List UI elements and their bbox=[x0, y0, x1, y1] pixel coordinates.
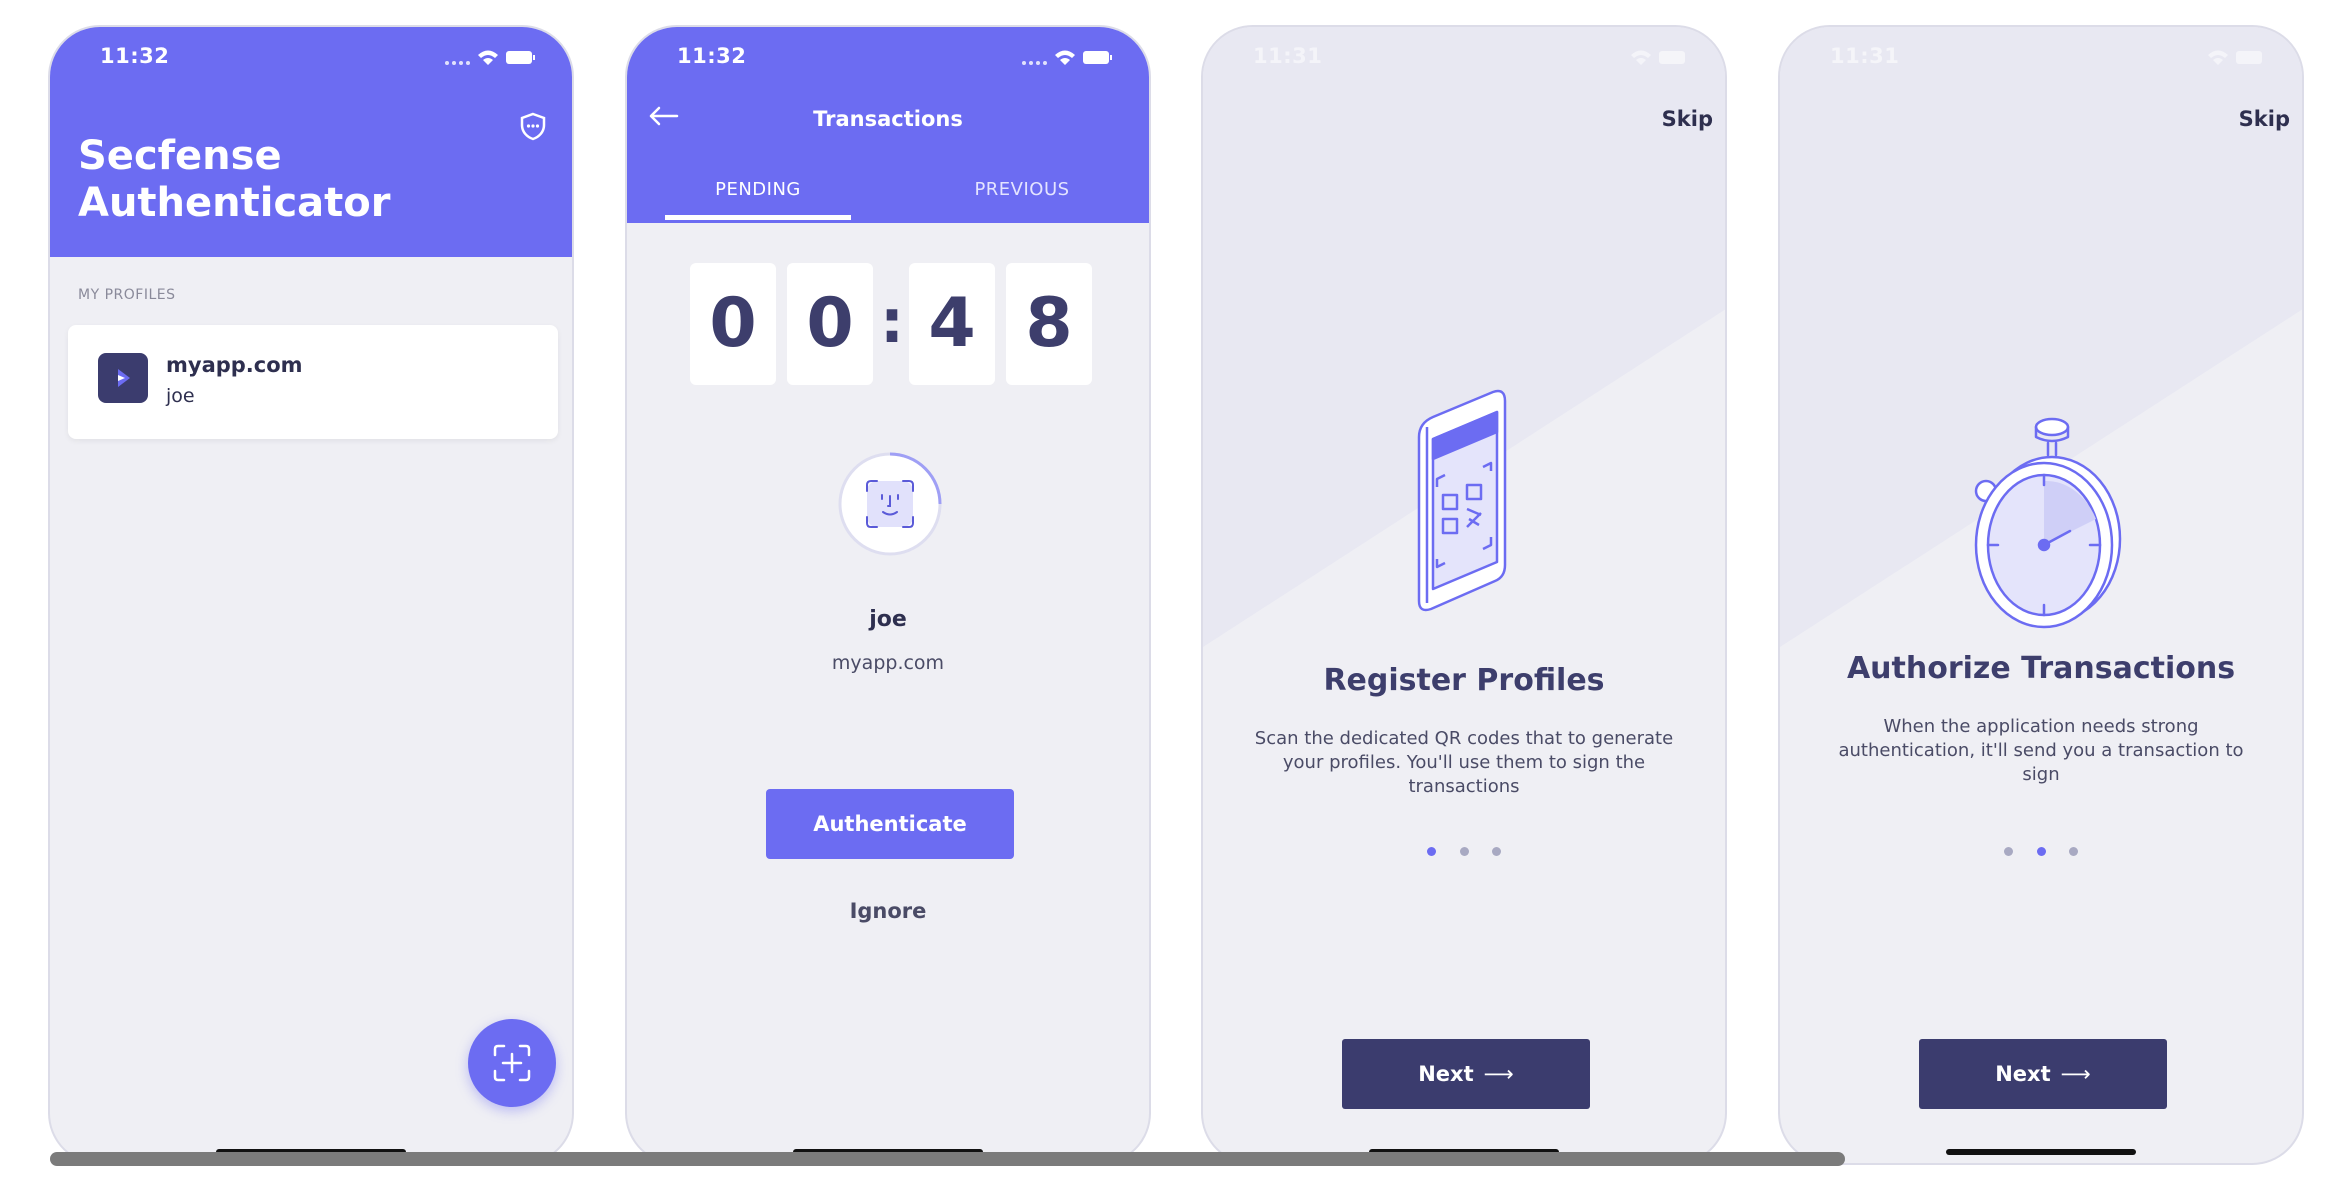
stopwatch-illustration-icon bbox=[1974, 417, 2122, 629]
status-time: 11:32 bbox=[677, 44, 747, 68]
page-dot[interactable] bbox=[1427, 847, 1437, 856]
next-button-label: Next bbox=[1995, 1062, 2051, 1086]
status-bar: 11:31 bbox=[1203, 27, 1725, 91]
onboarding-description: When the application needs strong authen… bbox=[1838, 716, 2244, 785]
timer-digit: 0 bbox=[787, 263, 873, 385]
page-dot[interactable] bbox=[1491, 847, 1501, 856]
onboarding-authorize-screen: 11:31 Skip Authorize Transactions When t… bbox=[1778, 25, 2304, 1165]
timer-digit: 8 bbox=[1006, 263, 1092, 385]
onboarding-description: Scan the dedicated QR codes that to gene… bbox=[1254, 728, 1674, 797]
page-dot[interactable] bbox=[1459, 847, 1469, 856]
arrow-right-icon: ⟶ bbox=[2060, 1062, 2091, 1086]
onboarding-title: Authorize Transactions bbox=[1846, 651, 2236, 686]
transaction-domain: myapp.com bbox=[831, 652, 945, 674]
status-bar: 11:32 bbox=[50, 27, 572, 91]
onboarding-title: Register Profiles bbox=[1323, 663, 1605, 698]
status-icons bbox=[2208, 50, 2262, 65]
page-title: Transactions bbox=[813, 107, 963, 131]
qr-scan-add-button[interactable] bbox=[468, 1019, 556, 1107]
app-logo-icon bbox=[98, 353, 148, 403]
authenticate-button[interactable]: Authenticate bbox=[766, 789, 1014, 859]
status-bar: 11:31 bbox=[1780, 27, 2302, 91]
arrow-right-icon: ⟶ bbox=[1483, 1062, 1514, 1086]
tab-pending[interactable]: PENDING bbox=[665, 179, 851, 200]
home-indicator bbox=[1946, 1149, 2136, 1155]
page-indicator bbox=[1780, 841, 2302, 860]
status-time: 11:31 bbox=[1253, 44, 1323, 68]
status-bar: 11:32 bbox=[627, 27, 1149, 91]
page-dot[interactable] bbox=[2036, 847, 2046, 856]
onboarding-register-screen: 11:31 Skip Register Profiles Scan the de… bbox=[1201, 25, 1727, 1165]
next-button[interactable]: Next ⟶ bbox=[1919, 1039, 2167, 1109]
skip-button[interactable]: Skip bbox=[2239, 107, 2290, 131]
section-label-my-profiles: MY PROFILES bbox=[78, 287, 176, 303]
status-icons bbox=[1022, 50, 1112, 65]
qr-scan-add-icon bbox=[493, 1044, 531, 1082]
shield-dots-icon[interactable] bbox=[518, 111, 548, 141]
transaction-user: joe bbox=[869, 607, 907, 632]
face-id-icon bbox=[837, 451, 943, 557]
page-dot[interactable] bbox=[2004, 847, 2014, 856]
next-button-label: Next bbox=[1418, 1062, 1474, 1086]
tab-active-indicator bbox=[665, 215, 851, 220]
profile-domain: myapp.com bbox=[166, 353, 303, 377]
profile-card[interactable]: myapp.com joe bbox=[68, 325, 558, 439]
status-icons bbox=[445, 50, 535, 65]
next-button[interactable]: Next ⟶ bbox=[1342, 1039, 1590, 1109]
tab-previous[interactable]: PREVIOUS bbox=[929, 179, 1115, 200]
profile-user: joe bbox=[166, 385, 195, 407]
home-screen: 11:32 Secfense Authenticator MY PROFILES… bbox=[48, 25, 574, 1165]
timer-separator: : bbox=[880, 287, 904, 357]
page-dot[interactable] bbox=[2068, 847, 2078, 856]
status-time: 11:32 bbox=[100, 44, 170, 68]
status-icons bbox=[1631, 50, 1685, 65]
ignore-button[interactable]: Ignore bbox=[627, 899, 1149, 923]
timer-digit: 0 bbox=[690, 263, 776, 385]
skip-button[interactable]: Skip bbox=[1662, 107, 1713, 131]
transactions-screen: 11:32 Transactions PENDING PREVIOUS 0 0 … bbox=[625, 25, 1151, 1165]
status-time: 11:31 bbox=[1830, 44, 1900, 68]
phone-qr-illustration-icon bbox=[1417, 389, 1507, 612]
horizontal-scrollbar[interactable] bbox=[50, 1152, 1845, 1166]
app-title: Secfense Authenticator bbox=[78, 133, 391, 226]
page-indicator bbox=[1203, 841, 1725, 860]
timer-digit: 4 bbox=[909, 263, 995, 385]
